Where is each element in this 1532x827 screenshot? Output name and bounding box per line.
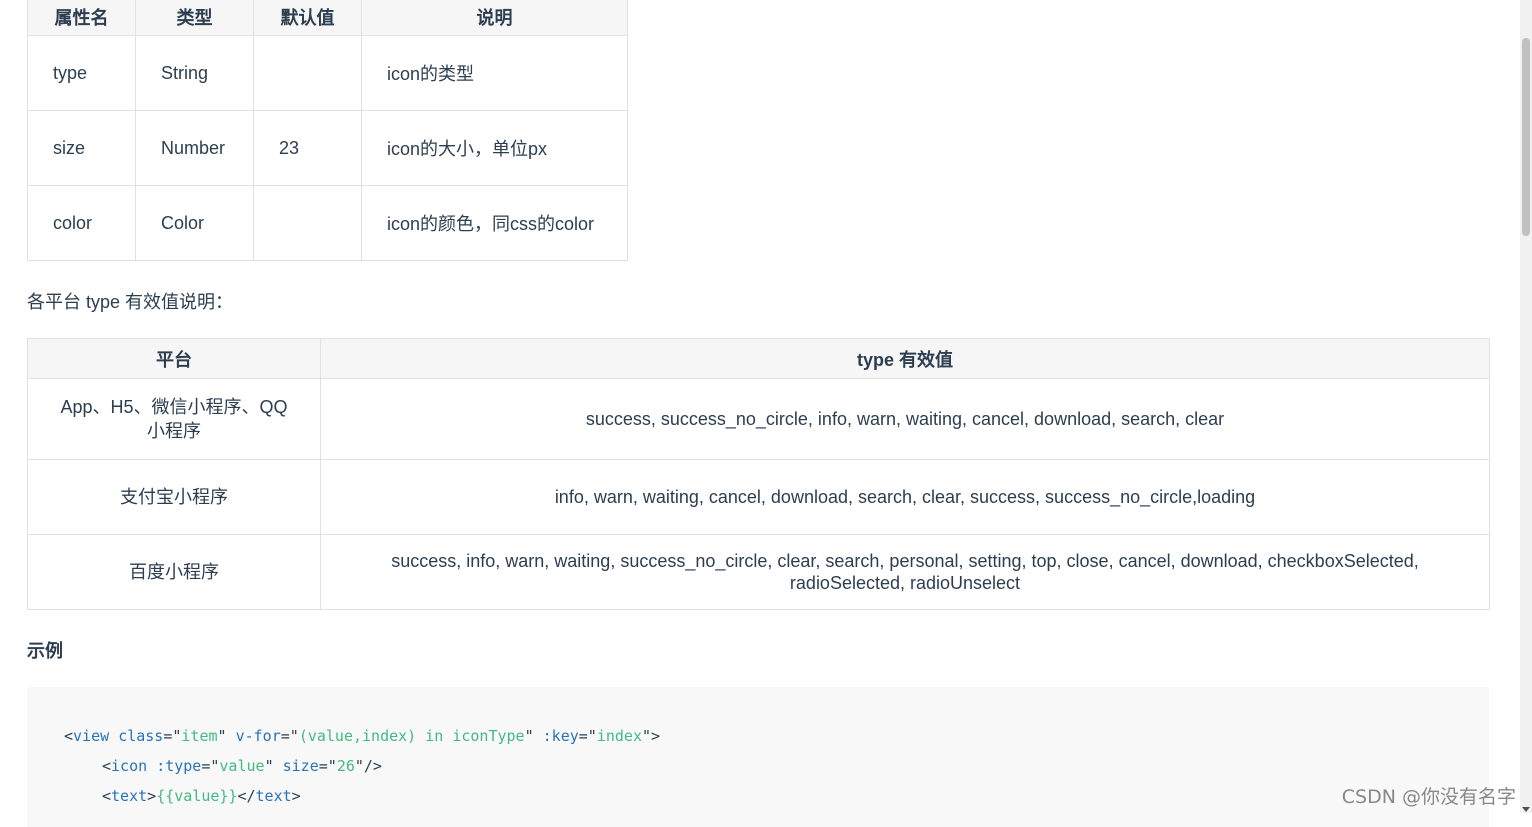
scroll-down-arrow-icon[interactable]: [1522, 807, 1530, 812]
prop-default-cell: 23: [253, 110, 362, 186]
prop-name-cell: size: [27, 110, 136, 186]
table-row: App、H5、微信小程序、QQ小程序 success, success_no_c…: [27, 378, 1490, 460]
props-header-desc: 说明: [361, 0, 628, 36]
code-punct: =": [163, 727, 182, 745]
props-header-name: 属性名: [27, 0, 136, 36]
code-punct: </: [237, 787, 256, 805]
prop-name-cell: color: [27, 185, 136, 261]
platform-header-platform: 平台: [27, 338, 321, 379]
code-punct: =": [318, 757, 337, 775]
code-tag: text: [111, 787, 148, 805]
table-row: size Number 23 icon的大小，单位px: [27, 110, 628, 186]
code-punct: <: [102, 787, 112, 805]
type-values-cell: success, info, warn, waiting, success_no…: [320, 534, 1490, 610]
type-values-cell: info, warn, waiting, cancel, download, s…: [320, 459, 1490, 535]
platform-header-values: type 有效值: [320, 338, 1490, 379]
code-attr: :key: [542, 727, 579, 745]
prop-name-cell: type: [27, 35, 136, 111]
code-punct: "/>: [354, 757, 382, 775]
props-header-type: 类型: [135, 0, 254, 36]
code-punct: ": [524, 727, 534, 745]
code-tag: icon: [111, 757, 148, 775]
code-punct: >: [291, 787, 301, 805]
platform-intro-text: 各平台 type 有效值说明：: [27, 292, 234, 312]
code-punct: ": [264, 757, 274, 775]
code-punct: =": [280, 727, 299, 745]
type-values-cell: success, success_no_circle, info, warn, …: [320, 378, 1490, 460]
code-punct: >: [147, 787, 157, 805]
prop-type-cell: Number: [135, 110, 254, 186]
props-header-row: 属性名 类型 默认值 说明: [27, 0, 628, 36]
prop-desc-cell: icon的类型: [361, 35, 628, 111]
table-row: type String icon的类型: [27, 35, 628, 111]
code-punct: <: [64, 727, 74, 745]
code-line-1: <view class="item" v-for="(value,index) …: [64, 726, 660, 746]
table-row: 百度小程序 success, info, warn, waiting, succ…: [27, 534, 1490, 610]
vertical-scrollbar[interactable]: [1520, 0, 1532, 813]
code-string: index: [596, 727, 642, 745]
code-string: value: [219, 757, 265, 775]
table-row: 支付宝小程序 info, warn, waiting, cancel, down…: [27, 459, 1490, 535]
code-line-3: <text>{{value}}</text>: [102, 786, 301, 806]
prop-default-cell: [253, 35, 362, 111]
code-attr: :type: [156, 757, 202, 775]
platform-table: 平台 type 有效值 App、H5、微信小程序、QQ小程序 success, …: [27, 338, 1490, 610]
platform-cell: 支付宝小程序: [27, 459, 321, 535]
code-punct: =": [578, 727, 597, 745]
code-tag: text: [255, 787, 292, 805]
prop-desc-cell: icon的大小，单位px: [361, 110, 628, 186]
prop-default-cell: [253, 185, 362, 261]
prop-desc-cell: icon的颜色，同css的color: [361, 185, 628, 261]
code-line-2: <icon :type="value" size="26"/>: [102, 756, 382, 776]
code-attr: v-for: [235, 727, 281, 745]
code-string: 26: [336, 757, 355, 775]
props-table: 属性名 类型 默认值 说明 type String icon的类型 size N…: [27, 0, 628, 261]
code-punct: =": [201, 757, 220, 775]
code-string: (value,index) in iconType: [298, 727, 525, 745]
prop-type-cell: Color: [135, 185, 254, 261]
props-header-default: 默认值: [253, 0, 362, 36]
code-tag: view: [73, 727, 110, 745]
code-expression: {{value}}: [156, 787, 238, 805]
code-punct: ": [217, 727, 227, 745]
code-attr: class: [118, 727, 164, 745]
prop-type-cell: String: [135, 35, 254, 111]
code-attr: size: [282, 757, 319, 775]
code-block: <view class="item" v-for="(value,index) …: [27, 687, 1489, 827]
platform-cell: 百度小程序: [27, 534, 321, 610]
code-punct: ">: [642, 727, 661, 745]
platform-header-row: 平台 type 有效值: [27, 338, 1490, 379]
example-heading: 示例: [27, 641, 63, 661]
code-string: item: [181, 727, 218, 745]
table-row: color Color icon的颜色，同css的color: [27, 185, 628, 261]
scrollbar-thumb[interactable]: [1522, 38, 1530, 236]
platform-cell: App、H5、微信小程序、QQ小程序: [27, 378, 321, 460]
code-punct: <: [102, 757, 112, 775]
watermark: CSDN @你没有名字: [1341, 786, 1516, 808]
